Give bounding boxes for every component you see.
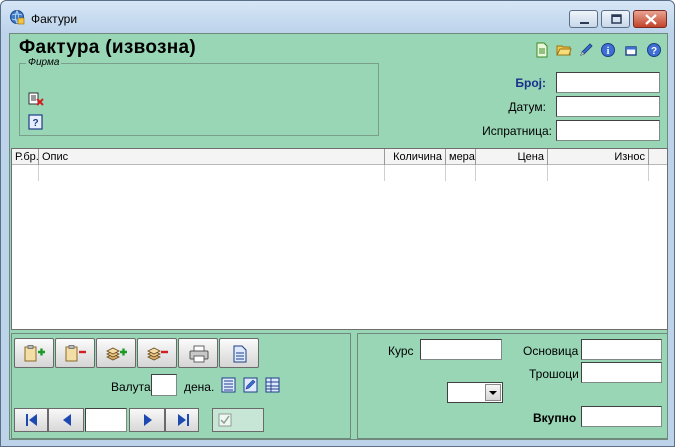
firma-legend: Фирма [26, 57, 62, 68]
days-label: дена. [184, 380, 215, 394]
grid-row-divider [384, 165, 385, 181]
actions-panel: Валута дена. [11, 333, 351, 439]
select-company-icon[interactable] [28, 91, 44, 107]
broj-label: Број: [515, 76, 546, 90]
close-icon [645, 14, 657, 25]
troshoci-field[interactable] [581, 362, 662, 383]
add-record-button[interactable] [96, 338, 136, 368]
form-client-area: Фактура (извозна) i ? Фирма ? Број: Дату… [9, 33, 668, 440]
print-button[interactable] [178, 338, 218, 368]
datum-label: Датум: [508, 100, 546, 114]
broj-field[interactable] [556, 72, 660, 93]
col-header-iznos[interactable]: Износ [548, 149, 649, 165]
report-edit-icon[interactable] [243, 377, 258, 393]
title-bar[interactable]: Фактури [1, 1, 674, 33]
osnovica-field[interactable] [581, 339, 662, 360]
prev-record-icon [63, 414, 71, 426]
kurs-label: Курс [388, 344, 414, 358]
totals-panel: Курс Основица Трошоци Вкупно [357, 333, 668, 439]
osnovica-label: Основица [523, 344, 579, 358]
records-add-icon [106, 347, 127, 361]
maximize-button[interactable] [601, 10, 630, 28]
window-title: Фактури [31, 12, 78, 26]
report-table-icon[interactable] [265, 377, 280, 393]
confirm-checkbox[interactable] [212, 408, 264, 432]
next-record-icon [144, 414, 152, 426]
minimize-icon [580, 22, 589, 24]
ispratnica-label: Испратница: [482, 124, 552, 138]
col-header-rbr[interactable]: Р.бр. [12, 149, 39, 165]
report-list-icon[interactable] [221, 377, 236, 393]
ispratnica-field[interactable] [556, 120, 660, 141]
document-icon [233, 345, 247, 363]
checkmark-icon [218, 413, 232, 427]
minimize-button[interactable] [569, 10, 598, 28]
record-position-field[interactable] [85, 408, 127, 432]
currency-days-field[interactable] [151, 374, 177, 396]
nav-next-button[interactable] [129, 408, 165, 432]
svg-text:?: ? [32, 118, 38, 129]
chevron-down-icon [489, 391, 497, 395]
last-record-icon [178, 414, 189, 426]
svg-text:?: ? [651, 46, 657, 57]
remove-record-button[interactable] [137, 338, 177, 368]
troshoci-label: Трошоци [529, 367, 579, 381]
grid-row-divider [445, 165, 446, 181]
maximize-icon [611, 14, 622, 24]
page-title: Фактура (извозна) [19, 37, 196, 58]
grid-row-divider [38, 165, 39, 181]
currency-select-button[interactable] [485, 384, 501, 401]
help-icon[interactable]: ? [646, 42, 662, 58]
open-folder-icon[interactable] [556, 42, 572, 58]
new-document-icon[interactable] [534, 42, 550, 58]
datum-field[interactable] [556, 96, 660, 117]
info-icon[interactable]: i [600, 42, 616, 58]
app-globe-icon [10, 10, 25, 25]
items-grid[interactable]: Р.бр. Опис Количина мера Цена Износ [11, 148, 668, 330]
grid-header: Р.бр. Опис Количина мера Цена Износ [12, 149, 667, 165]
currency-select[interactable] [447, 382, 503, 403]
remove-item-button[interactable] [55, 338, 95, 368]
window: Фактури Фактура (извозна) i ? Фирма ? Бр… [0, 0, 675, 447]
nav-prev-button[interactable] [48, 408, 84, 432]
clipboard-remove-icon [65, 345, 86, 362]
vkupno-field[interactable] [581, 406, 662, 427]
col-header-kolicina[interactable]: Количина [385, 149, 446, 165]
printer-icon [189, 345, 209, 363]
col-header-mera[interactable]: мера [446, 149, 476, 165]
close-button[interactable] [633, 10, 667, 28]
edit-pencil-icon[interactable] [578, 42, 594, 58]
vkupno-label: Вкупно [533, 411, 577, 425]
nav-last-button[interactable] [165, 408, 199, 432]
grid-row-divider [648, 165, 649, 181]
col-header-opis[interactable]: Опис [39, 149, 385, 165]
kurs-field[interactable] [420, 339, 502, 360]
grid-row-divider [547, 165, 548, 181]
grid-row-divider [475, 165, 476, 181]
currency-label: Валута [111, 380, 151, 394]
document-button[interactable] [219, 338, 259, 368]
col-header-cena[interactable]: Цена [476, 149, 548, 165]
firma-group: Фирма ? [19, 57, 379, 136]
add-item-button[interactable] [14, 338, 54, 368]
svg-text:i: i [607, 46, 610, 57]
clipboard-add-icon [24, 345, 45, 362]
company-details-icon[interactable]: ? [28, 114, 44, 130]
nav-first-button[interactable] [14, 408, 48, 432]
window-restore-icon[interactable] [623, 42, 639, 58]
first-record-icon [26, 414, 37, 426]
records-remove-icon [147, 347, 168, 361]
